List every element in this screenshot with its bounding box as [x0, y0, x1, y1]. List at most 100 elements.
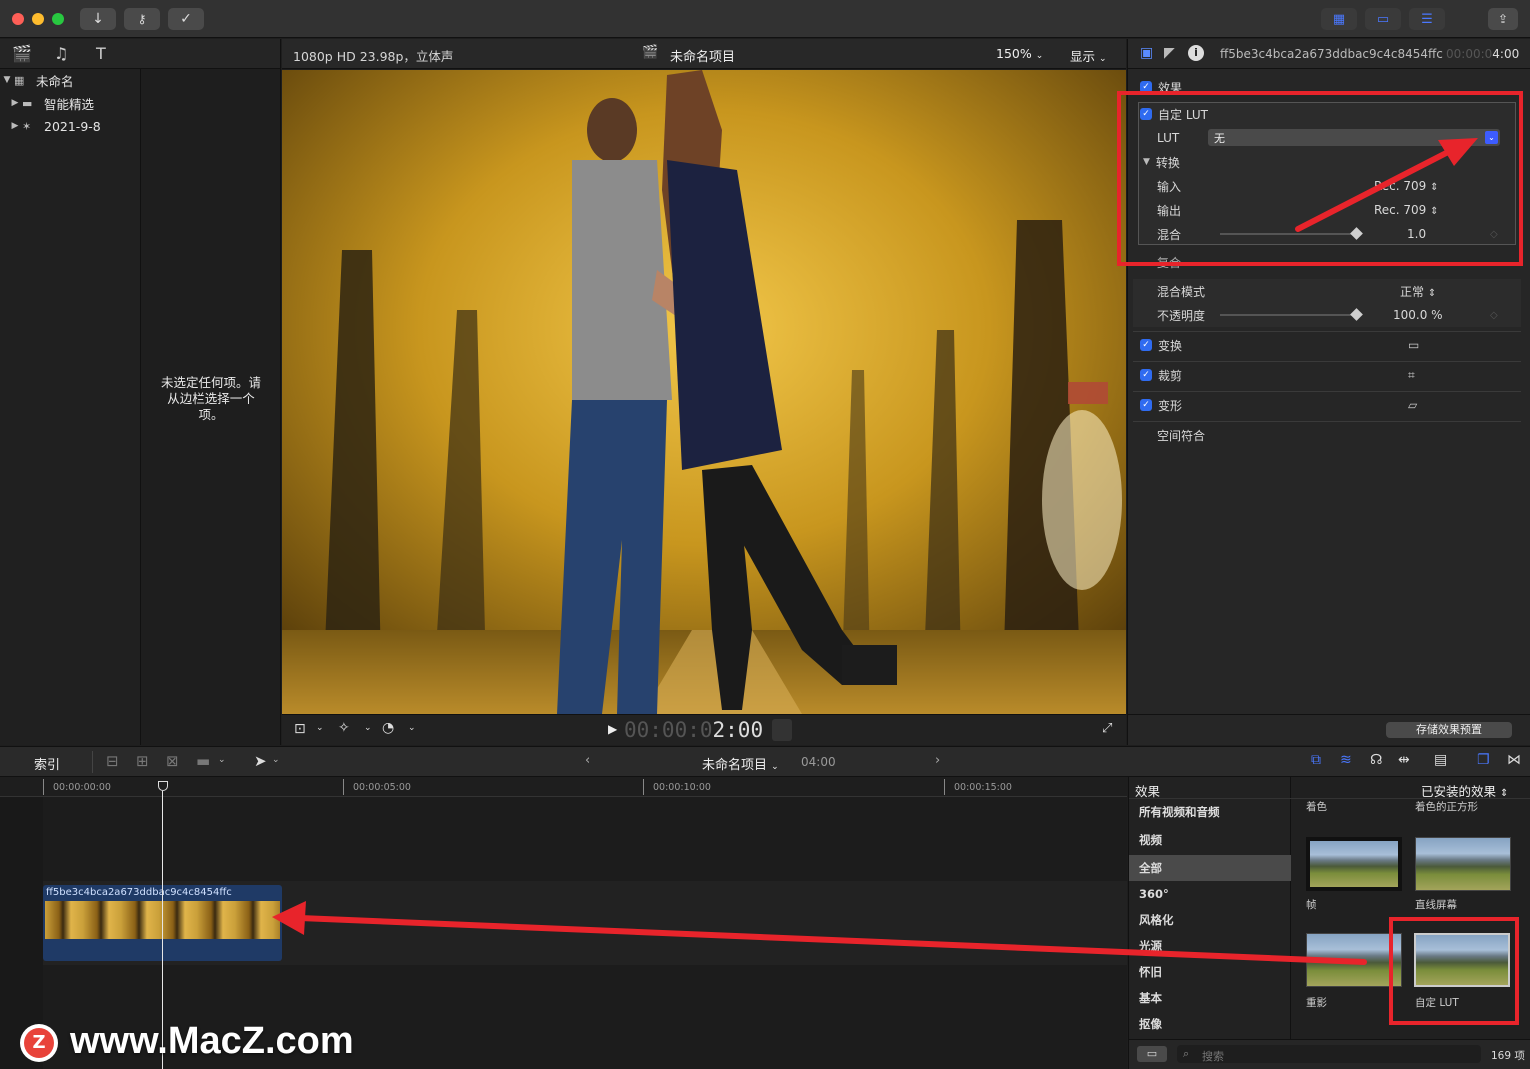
color-inspector-icon[interactable]: ◤	[1164, 45, 1175, 61]
checkbox-checked-icon[interactable]: ✓	[1140, 339, 1152, 351]
layout-grid-button[interactable]: ▦	[1321, 8, 1357, 30]
spatial-conform-row[interactable]: 空间符合	[1128, 423, 1530, 447]
distort-section[interactable]: ✓ 变形 ▱	[1128, 393, 1530, 417]
titles-generators-icon[interactable]: T	[96, 44, 106, 63]
transform-section[interactable]: ✓ 变换 ▭	[1128, 333, 1530, 357]
disclosure-closed-icon[interactable]: ▶	[8, 121, 22, 131]
blend-mode-popup[interactable]: 正常 ⇕	[1400, 283, 1436, 300]
chevron-down-icon[interactable]: ⌄	[408, 723, 416, 733]
display-menu[interactable]: 显示 ⌄	[1070, 46, 1107, 65]
format-label: 1080p HD 23.98p，立体声	[293, 49, 454, 64]
ruler-tick	[343, 779, 344, 795]
fullscreen-icon[interactable]: ⤢	[1102, 721, 1112, 736]
video-waveform-icon[interactable]: ⧉	[1311, 752, 1321, 768]
connect-clip-icon[interactable]: ⊟	[106, 752, 119, 770]
checkbox-checked-icon[interactable]: ✓	[1140, 369, 1152, 381]
sidebar-item-smart-collections[interactable]: ▶ ▬ 智能精选	[0, 92, 141, 114]
photos-audio-icon[interactable]: ♫	[54, 44, 68, 63]
chevron-down-icon[interactable]: ⌄	[316, 723, 324, 733]
chevron-down-icon: ⌄	[1099, 54, 1107, 64]
category-retro[interactable]: 怀旧	[1129, 959, 1291, 985]
category-360[interactable]: 360°	[1129, 881, 1291, 907]
timeline-toolbar: 索引 ⊟ ⊞ ⊠ ▬ ⌄ ➤ ⌄ ‹ 未命名项目 ⌄ 04:00 › ⧉ ≋ ☊…	[0, 746, 1530, 777]
headphones-icon[interactable]: ☊	[1370, 752, 1382, 768]
chevron-down-icon[interactable]: ⌄	[364, 723, 372, 733]
effect-label: 着色的正方形	[1415, 801, 1478, 813]
effects-count: 169 项	[1491, 1050, 1525, 1062]
history-back-icon[interactable]: ‹	[585, 753, 590, 768]
import-button[interactable]: ↓	[80, 8, 116, 30]
play-icon[interactable]: ▶	[608, 722, 617, 736]
category-keying[interactable]: 抠像	[1129, 1011, 1291, 1037]
close-window-button[interactable]	[12, 13, 24, 25]
save-effects-preset-button[interactable]: 存储效果预置	[1386, 722, 1512, 738]
enhance-wand-icon[interactable]: ✧	[338, 720, 350, 736]
effect-thumb-frame[interactable]	[1306, 837, 1402, 891]
timeline-project-menu[interactable]: 未命名项目 ⌄	[702, 754, 779, 773]
minimize-window-button[interactable]	[32, 13, 44, 25]
keyframe-diamond-icon[interactable]: ◇	[1490, 310, 1498, 321]
effects-search-field[interactable]: ⌕ 搜索	[1177, 1045, 1481, 1063]
playhead-timecode[interactable]: 00:00:02:00	[624, 718, 763, 742]
folder-icon: ▬	[22, 96, 33, 110]
chevron-down-icon: ⌄	[1035, 51, 1044, 61]
index-button[interactable]: 索引	[34, 754, 60, 773]
distort-onscreen-icon[interactable]: ▱	[1408, 398, 1417, 412]
playhead-handle[interactable]	[158, 781, 168, 791]
effect-thumb-ghost[interactable]	[1306, 933, 1402, 987]
video-frame-image	[282, 70, 1126, 714]
audio-waveform-icon[interactable]: ≋	[1340, 752, 1352, 768]
insert-clip-icon[interactable]: ⊞	[136, 752, 149, 770]
sidebar-item-event-date[interactable]: ▶ ✶ 2021-9-8	[0, 115, 141, 137]
sidebar-toggle-icon[interactable]: ▭	[1137, 1046, 1167, 1062]
disclosure-closed-icon[interactable]: ▶	[8, 98, 22, 108]
category-video[interactable]: 视频	[1129, 827, 1291, 853]
browser-toolbar: 🎬 ♫ T	[0, 39, 281, 69]
opacity-slider-track[interactable]	[1220, 314, 1360, 316]
inspector-clip-name: ff5be3c4bca2a673ddbac9c4c8454ffc	[1220, 47, 1443, 61]
effects-browser-icon[interactable]: ❐	[1477, 752, 1490, 768]
append-clip-icon[interactable]: ⊠	[166, 752, 179, 770]
crop-section[interactable]: ✓ 裁剪 ⌗	[1128, 363, 1530, 387]
divider	[1133, 361, 1521, 362]
zoom-menu[interactable]: 150% ⌄	[996, 46, 1043, 61]
chevron-down-icon[interactable]: ⌄	[272, 755, 280, 765]
transform-onscreen-icon[interactable]: ▭	[1408, 338, 1419, 352]
crop-onscreen-icon[interactable]: ⌗	[1408, 368, 1415, 383]
snapping-icon[interactable]: ⇹	[1398, 752, 1410, 768]
inspector-header: ▣ ◤ i ff5be3c4bca2a673ddbac9c4c8454ffc 0…	[1127, 39, 1530, 69]
effect-thumb-line-screen[interactable]	[1415, 837, 1511, 891]
disclosure-open-icon[interactable]: ▼	[0, 75, 14, 85]
transitions-browser-icon[interactable]: ⋈	[1507, 752, 1521, 768]
checkbox-checked-icon[interactable]: ✓	[1140, 399, 1152, 411]
category-stylize[interactable]: 风格化	[1129, 907, 1291, 933]
grid-layout-icon: ▦	[1332, 11, 1346, 27]
ruler-label: 00:00:00:00	[53, 782, 111, 793]
chevron-down-icon[interactable]: ⌄	[218, 755, 226, 765]
video-inspector-icon[interactable]: ▣	[1140, 45, 1153, 61]
opacity-slider-knob[interactable]	[1350, 308, 1363, 321]
opacity-value[interactable]: 100.0 %	[1393, 308, 1443, 322]
clapper-icon: 🎬	[642, 45, 659, 60]
overwrite-clip-icon[interactable]: ▬	[196, 752, 210, 770]
share-button[interactable]: ⇪	[1488, 8, 1518, 30]
history-forward-icon[interactable]: ›	[935, 753, 940, 768]
category-all[interactable]: 全部	[1129, 855, 1291, 881]
select-arrow-icon[interactable]: ➤	[254, 752, 267, 770]
transform-tool-icon[interactable]: ⊡	[294, 721, 306, 737]
keywords-button[interactable]: ⚷	[124, 8, 160, 30]
category-basics[interactable]: 基本	[1129, 985, 1291, 1011]
timecode-divider	[772, 719, 792, 741]
libraries-icon[interactable]: 🎬	[12, 44, 32, 63]
viewer-canvas[interactable]	[282, 70, 1126, 714]
background-tasks-button[interactable]: ✓	[168, 8, 204, 30]
category-all-video-audio[interactable]: 所有视频和音频	[1129, 799, 1291, 825]
clip-appearance-icon[interactable]: ▤	[1434, 752, 1447, 768]
category-light[interactable]: 光源	[1129, 933, 1291, 959]
library-event-row[interactable]: ▼ ▦ 未命名	[0, 69, 141, 91]
speed-icon[interactable]: ◔	[382, 720, 394, 736]
inspector-toggle-button[interactable]: ☰	[1409, 8, 1445, 30]
info-icon[interactable]: i	[1188, 45, 1204, 61]
zoom-window-button[interactable]	[52, 13, 64, 25]
timeline-layout-button[interactable]: ▭	[1365, 8, 1401, 30]
